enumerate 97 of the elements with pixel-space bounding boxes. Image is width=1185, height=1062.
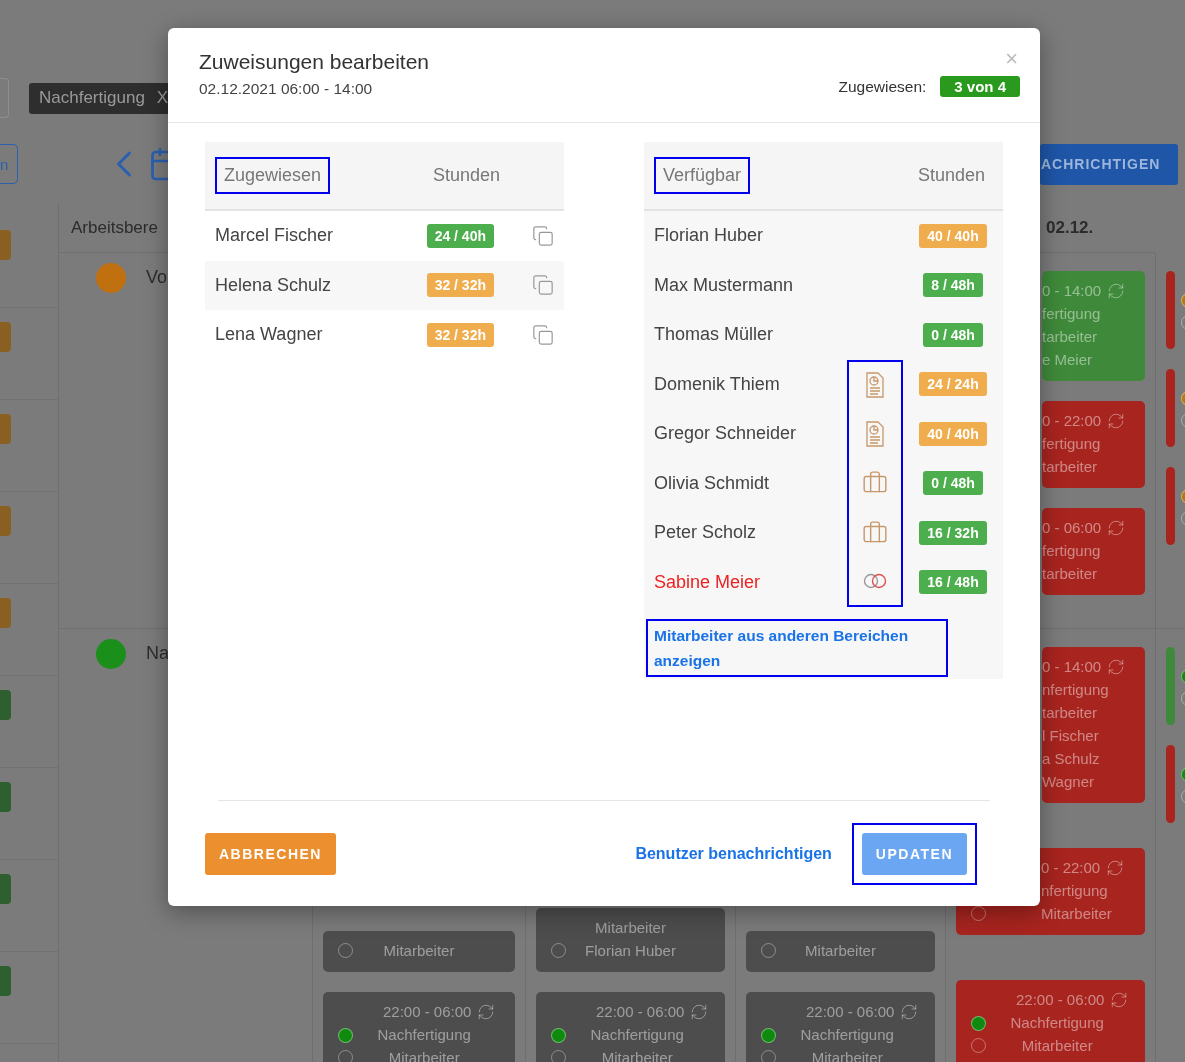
employee-name: Thomas Müller (654, 324, 775, 346)
refresh-icon (1107, 411, 1126, 430)
employee-name: Olivia Schmidt (654, 472, 771, 494)
shift-text: l Fischer (1042, 726, 1099, 746)
tag-remove[interactable]: X (156, 88, 169, 108)
shift-card[interactable]: 22:00 - 06:00 Nachfertigung Mitarbeiter (956, 980, 1145, 1062)
employee-name: Helena Schulz (215, 274, 333, 296)
refresh-icon (690, 1002, 709, 1021)
assigned-count: 3 von 4 (940, 76, 1020, 97)
hours-badge: 24 / 24h (919, 372, 987, 397)
employee-name: Max Mustermann (654, 274, 795, 296)
column-header: Verfügbar (654, 157, 751, 194)
shift-text: Mitarbeiter (595, 918, 666, 938)
shift-text: a Schulz (1042, 749, 1100, 769)
column-header: Zugewiesen (215, 157, 331, 194)
shift-text: tarbeiter (1042, 703, 1098, 723)
shift-card[interactable]: Mitarbeiter (746, 931, 935, 972)
copy-icon[interactable] (532, 274, 554, 297)
update-button[interactable]: UPDATEN (861, 832, 967, 875)
dialog-title: Zuweisungen bearbeiten (199, 50, 429, 74)
shift-time: 22:00 - 06:00 (806, 1002, 895, 1022)
day-header: 02.12. (1045, 217, 1094, 238)
shift-text: nfertigung (1041, 881, 1108, 901)
column-header: Arbeitsbere (70, 217, 158, 238)
document-icon (865, 420, 885, 447)
refresh-icon (1106, 858, 1125, 877)
shift-text: fertigung (1042, 434, 1101, 454)
shift-text: Wagner (1042, 772, 1094, 792)
column-header: Stunden (432, 165, 500, 186)
shift-text: Nachfertigung (590, 1025, 684, 1045)
shift-text: tarbeiter (1042, 327, 1098, 347)
shift-card[interactable]: Mitarbeiter Florian Huber (536, 908, 725, 972)
shift-time: 0 - 14:00 (1042, 657, 1102, 677)
shift-card[interactable]: Mitarbeiter (323, 931, 515, 972)
shift-time: 0 - 14:00 (1042, 281, 1102, 301)
cancel-button[interactable]: ABBRECHEN (205, 832, 336, 875)
hours-badge: 8 / 48h (923, 273, 983, 298)
employee-name: Peter Scholz (654, 522, 758, 544)
shift-time: 0 - 06:00 (1042, 518, 1102, 538)
shift-text: Mitarbeiter (1021, 1036, 1093, 1056)
refresh-icon (1107, 518, 1126, 537)
hours-badge: 0 / 48h (923, 322, 983, 347)
rings-icon (862, 573, 888, 590)
refresh-icon (1107, 281, 1126, 300)
shift-card[interactable]: 0 - 14:00 fertigung tarbeiter e Meier (1042, 271, 1145, 381)
column-header: Stunden (917, 165, 985, 186)
tag-label: Nachfertigung (39, 88, 145, 108)
employee-name: Gregor Schneider (654, 423, 798, 445)
shift-text: fertigung (1042, 304, 1101, 324)
copy-icon[interactable] (532, 323, 554, 346)
hours-badge: 40 / 40h (919, 223, 987, 248)
hours-badge: 16 / 32h (919, 520, 987, 545)
shift-date: 02.12.2021 06:00 - 14:00 (199, 80, 374, 98)
shift-time: 22:00 - 06:00 (596, 1002, 685, 1022)
shift-text: tarbeiter (1042, 564, 1098, 584)
shift-text: Mitarbeiter (383, 941, 455, 961)
hours-badge: 0 / 48h (923, 471, 983, 496)
employee-name: Lena Wagner (215, 324, 324, 346)
shift-text: Mitarbeiter (805, 941, 876, 961)
shift-time: 22:00 - 06:00 (1016, 990, 1105, 1010)
shift-card[interactable]: 0 - 06:00 fertigung tarbeiter (1042, 508, 1145, 595)
employee-name: Sabine Meier (654, 571, 762, 593)
area-label: Vo (146, 267, 168, 288)
refresh-icon (1110, 990, 1129, 1009)
shift-text: Nachfertigung (1010, 1013, 1104, 1033)
employee-name: Marcel Fischer (215, 225, 335, 247)
hours-badge: 40 / 40h (919, 421, 987, 446)
shift-time: 0 - 22:00 (1042, 411, 1102, 431)
notify-users-link[interactable]: Benutzer benachrichtigen (635, 844, 832, 863)
shift-text: Nachfertigung (800, 1025, 894, 1045)
shift-text: Florian Huber (585, 941, 676, 961)
document-icon (865, 372, 885, 399)
refresh-icon (477, 1002, 496, 1021)
shift-text: fertigung (1042, 541, 1101, 561)
shift-text: nfertigung (1042, 680, 1109, 700)
refresh-icon (1107, 657, 1126, 676)
show-more-link[interactable]: Mitarbeiter aus anderen Bereichen anzeigen (646, 619, 948, 677)
assigned-label: Zugewiesen: (838, 77, 927, 96)
shift-card[interactable]: 0 - 14:00 nfertigung tarbeiter l Fischer a Schulz Wagner (1042, 647, 1145, 803)
shift-time: 0 - 22:00 (1041, 858, 1101, 878)
shift-text: e Meier (1042, 350, 1093, 370)
employee-name: Florian Huber (654, 225, 765, 247)
shift-text: Nachfertigung (377, 1025, 471, 1045)
hours-badge: 24 / 40h (426, 223, 494, 248)
copy-icon[interactable] (532, 224, 554, 247)
refresh-icon (900, 1002, 919, 1021)
hours-badge: 32 / 32h (426, 322, 494, 347)
shift-text: Mitarbeiter (1041, 904, 1112, 924)
close-button[interactable]: × (1005, 50, 1018, 68)
hours-badge: 32 / 32h (426, 273, 494, 298)
employee-name: Domenik Thiem (654, 373, 781, 395)
shift-text: tarbeiter (1042, 457, 1098, 477)
notify-button[interactable]: ACHRICHTIGEN (1040, 143, 1178, 185)
area-label: Na (146, 643, 169, 664)
shift-time: 22:00 - 06:00 (383, 1002, 472, 1022)
shift-card[interactable]: 0 - 22:00 fertigung tarbeiter (1042, 401, 1145, 488)
hours-badge: 16 / 48h (919, 570, 987, 595)
